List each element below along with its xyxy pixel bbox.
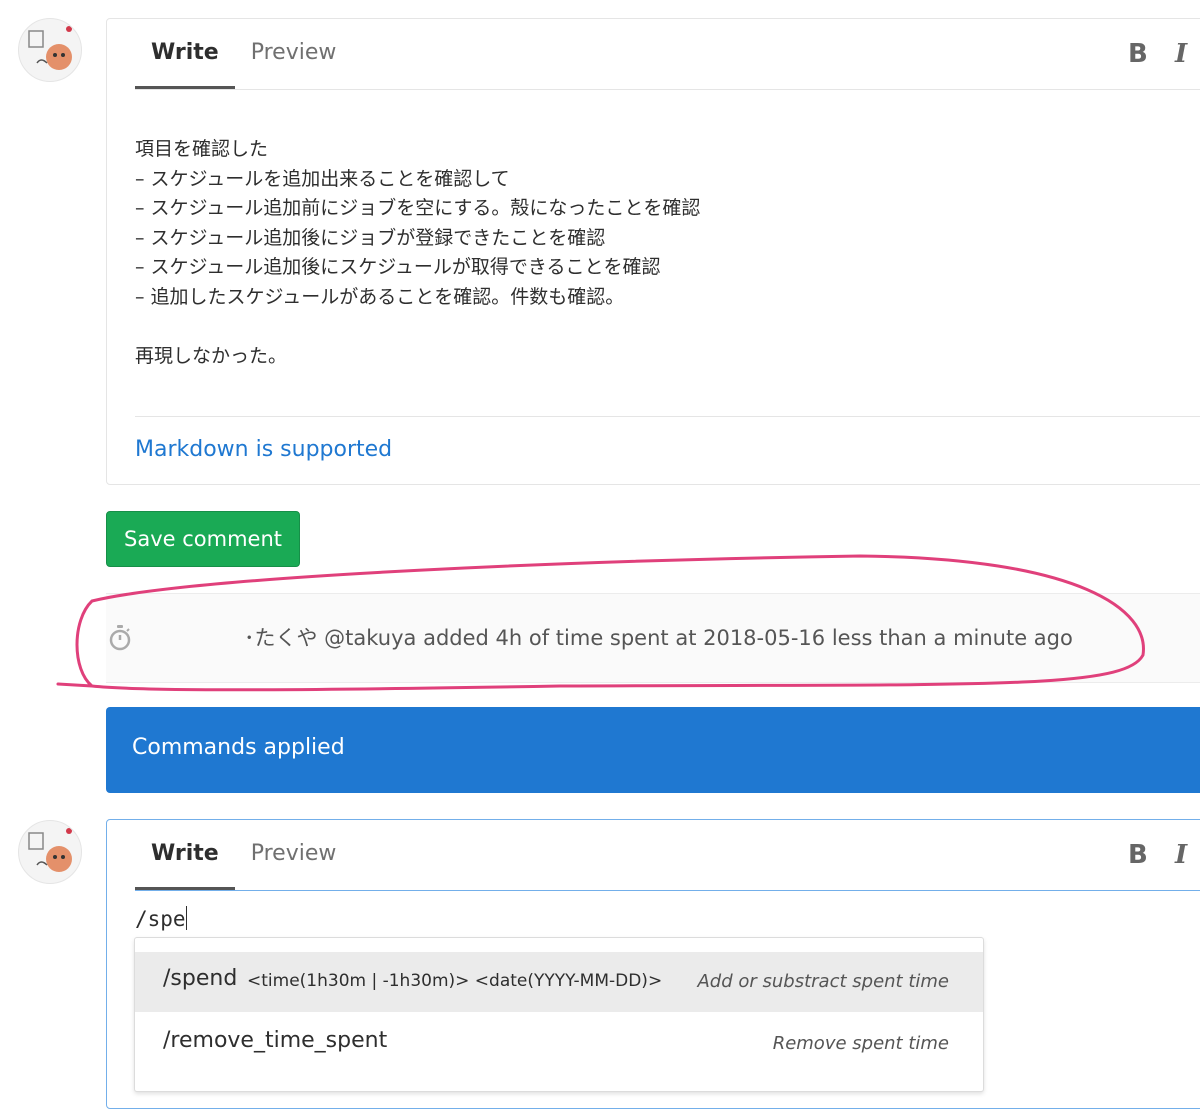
comment-editor: Write Preview B I 項目を確認した – スケジュールを追加出来るこ…	[106, 18, 1200, 485]
user-avatar[interactable]	[18, 18, 82, 82]
command-description: Add or substract spent time	[697, 971, 949, 992]
comment-line: – スケジュール追加前にジョブを空にする。殻になったことを確認	[135, 197, 701, 219]
comment-textarea[interactable]: 項目を確認した – スケジュールを追加出来ることを確認して – スケジュール追加前に…	[135, 135, 700, 371]
tab-preview[interactable]: Preview	[235, 820, 353, 890]
stopwatch-icon	[109, 625, 131, 651]
text-caret	[185, 906, 187, 930]
comment-line: – スケジュール追加後にジョブが登録できたことを確認	[135, 226, 606, 249]
comment-line: – スケジュールを追加出来ることを確認して	[135, 167, 510, 190]
comment-line: – 追加したスケジュールがあることを確認。件数も確認。	[135, 285, 625, 308]
tab-divider	[135, 89, 1200, 90]
comment-line: 項目を確認した	[135, 138, 269, 160]
note-text: ･たくや @takuya added 4h of time spent at 2…	[244, 626, 1073, 650]
bold-button[interactable]: B	[1128, 840, 1148, 870]
command-params: <time(1h30m | -1h30m)> <date(YYYY-MM-DD)…	[247, 971, 663, 991]
command-description: Remove spent time	[772, 1033, 949, 1054]
tab-write[interactable]: Write	[135, 19, 235, 89]
comment-input[interactable]: /spe	[135, 906, 187, 931]
autocomplete-item[interactable]: /remove_time_spent Remove spent time	[135, 1014, 983, 1074]
markdown-help-link[interactable]: Markdown is supported	[135, 437, 392, 462]
command-name: /remove_time_spent	[163, 1028, 388, 1053]
editor-tabs: Write Preview	[135, 820, 352, 890]
command-name: /spend	[163, 966, 238, 991]
tab-divider	[135, 890, 1200, 891]
commands-applied-banner: Commands applied	[106, 707, 1200, 793]
italic-button[interactable]: I	[1175, 39, 1187, 69]
current-user-avatar[interactable]	[18, 820, 82, 884]
bold-button[interactable]: B	[1128, 39, 1148, 69]
save-comment-button[interactable]: Save comment	[106, 511, 300, 567]
comment-line: 再現しなかった。	[135, 344, 288, 367]
tab-preview[interactable]: Preview	[235, 19, 353, 89]
comment-line: – スケジュール追加後にスケジュールが取得できることを確認	[135, 256, 661, 278]
time-spent-note: ･たくや @takuya added 4h of time spent at 2…	[106, 593, 1200, 683]
markdown-divider	[135, 416, 1200, 417]
comment-line	[135, 312, 700, 342]
autocomplete-item[interactable]: /spend <time(1h30m | -1h30m)> <date(YYYY…	[135, 952, 983, 1012]
editor-tabs: Write Preview	[135, 19, 352, 89]
slash-command-autocomplete: /spend <time(1h30m | -1h30m)> <date(YYYY…	[134, 937, 984, 1092]
comment-input-text: /spe	[135, 907, 186, 931]
flash-message: Commands applied	[132, 735, 345, 760]
italic-button[interactable]: I	[1175, 840, 1187, 870]
tab-write[interactable]: Write	[135, 820, 235, 890]
